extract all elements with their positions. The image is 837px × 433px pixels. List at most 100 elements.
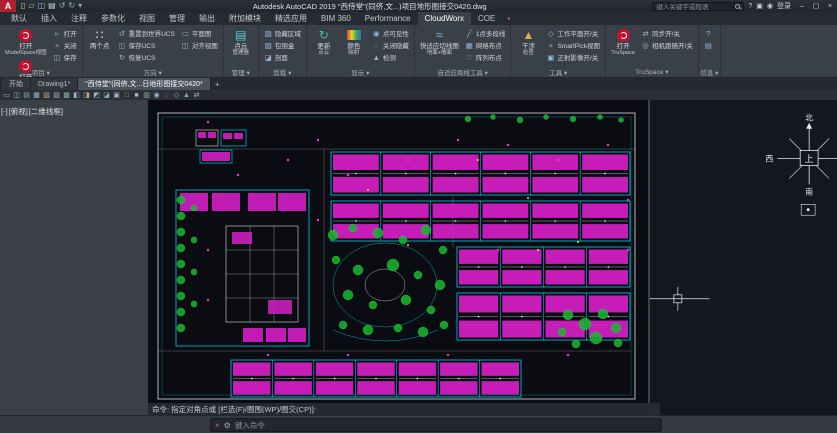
ribbon-tab-输出[interactable]: 输出 <box>192 12 222 25</box>
undo-icon[interactable]: ↺ <box>59 2 66 10</box>
ribbon-button-网格布点[interactable]: ▦网格布点 <box>463 39 508 51</box>
ribbon-tab-管理[interactable]: 管理 <box>162 12 192 25</box>
panel-title[interactable]: 项目 ▾ <box>0 67 82 77</box>
ribbon-button-快适应切线图地面+墙面[interactable]: ≈快适应切线图地面+墙面 <box>418 27 461 58</box>
toolbar-icon-14[interactable]: ▥ <box>142 91 151 100</box>
user-icon[interactable]: ◉ <box>767 2 773 10</box>
toolbar-icon-4[interactable]: ▧ <box>42 91 51 100</box>
ribbon-tab-Performance[interactable]: Performance <box>358 12 418 25</box>
ribbon-button-点云管理器[interactable]: ▤点云管理器 <box>227 27 255 58</box>
ribbon-button-保存UCS[interactable]: ◫保存UCS <box>116 39 177 51</box>
autocad-logo-icon[interactable]: A <box>0 0 16 12</box>
file-tab[interactable]: Drawing1* <box>31 78 78 90</box>
panel-title[interactable]: 信息 ▾ <box>699 67 720 77</box>
plot-icon[interactable]: ▤ <box>48 2 56 10</box>
ribbon-button-打开ModelSpace视图[interactable]: 打开ModelSpace视图 <box>3 27 49 58</box>
ribbon-tab-COE[interactable]: COE <box>471 12 502 25</box>
command-customize-icon[interactable]: ⚙ <box>224 421 231 430</box>
toolbar-icon-7[interactable]: ◧ <box>72 91 81 100</box>
minimize-button[interactable]: – <box>795 0 809 12</box>
panel-title[interactable]: 工具 ▾ <box>511 67 605 77</box>
toolbar-icon-15[interactable]: ◉ <box>152 91 161 100</box>
ribbon-button-1点多段线[interactable]: ╱1点多段线 <box>463 27 508 39</box>
ribbon-button-info-tool[interactable]: ▤ <box>702 39 717 51</box>
ribbon-tab-注释[interactable]: 注释 <box>64 12 94 25</box>
ribbon-tab-插入[interactable]: 插入 <box>34 12 64 25</box>
ribbon-button-颜色映射[interactable]: 颜色映射 <box>340 27 368 58</box>
ribbon-tab-精选应用[interactable]: 精选应用 <box>268 12 314 25</box>
viewport-visual-style-control[interactable]: [二维线框] <box>29 107 63 116</box>
toolbar-icon-11[interactable]: ▣ <box>112 91 121 100</box>
panel-title[interactable]: 剪裁 ▾ <box>259 67 306 77</box>
ribbon-button-保存[interactable]: ◫保存 <box>51 51 79 63</box>
ribbon-button-两个点[interactable]: ∷两个点 <box>86 27 114 51</box>
maximize-button[interactable]: ▢ <box>809 0 823 12</box>
workspace-icon[interactable]: ▪ <box>502 12 515 25</box>
toolbar-icon-2[interactable]: ▤ <box>22 91 31 100</box>
help-icon[interactable]: ? <box>748 3 752 10</box>
ribbon-button-剖面[interactable]: ◪剖面 <box>262 51 303 63</box>
ribbon-button-关闭[interactable]: ×关闭 <box>51 39 79 51</box>
panel-title[interactable]: TruSpace ▾ <box>606 67 698 77</box>
toolbar-icon-13[interactable]: ■ <box>132 91 141 100</box>
ribbon-button-关闭隐藏[interactable]: ◌关闭隐藏 <box>370 39 411 51</box>
open-file-icon[interactable]: ▱ <box>28 2 34 10</box>
ribbon-button-检测[interactable]: ▲检测 <box>370 51 411 63</box>
ribbon-button-正射影像开/关[interactable]: ▣正射影像开/关 <box>544 51 602 63</box>
new-file-icon[interactable]: ▯ <box>21 2 25 10</box>
ribbon-button-同步开/关[interactable]: ⇄同步开/关 <box>639 27 695 39</box>
help-search-box[interactable]: 键入关键字或短语 <box>652 2 744 11</box>
command-input[interactable]: × ⚙ 键入命令 <box>210 418 662 432</box>
toolbar-icon-6[interactable]: ▩ <box>62 91 71 100</box>
ribbon-button-隐藏区域[interactable]: ▨隐藏区域 <box>262 27 303 39</box>
command-close-icon[interactable]: × <box>215 421 220 430</box>
ribbon-button-打开[interactable]: ▹打开 <box>51 27 79 39</box>
close-button[interactable]: × <box>823 0 837 12</box>
ribbon-button-对齐视图[interactable]: ◫对齐视图 <box>179 39 220 51</box>
ribbon-button-重置到世界UCS[interactable]: ↺重置到世界UCS <box>116 27 177 39</box>
signin-label[interactable]: 登录 <box>777 1 791 11</box>
ribbon-tab-附加模块[interactable]: 附加模块 <box>222 12 268 25</box>
model-viewport[interactable] <box>148 100 648 415</box>
redo-icon[interactable]: ↻ <box>68 2 75 10</box>
ribbon-button-更新点云[interactable]: ↻更新点云 <box>310 27 338 58</box>
toolbar-icon-16[interactable]: ◌ <box>162 91 171 100</box>
toolbar-icon-10[interactable]: ◪ <box>102 91 111 100</box>
ribbon-button-平面图[interactable]: ▭平面图 <box>179 27 220 39</box>
file-tab[interactable]: 开始 <box>2 78 31 90</box>
toolbar-icon-12[interactable]: □ <box>122 91 131 100</box>
ribbon-button-打开TruSpace[interactable]: 打开TruSpace <box>609 27 637 58</box>
ribbon-button-info-tool[interactable]: ? <box>702 27 717 39</box>
save-icon[interactable]: ◫ <box>38 2 46 10</box>
toolbar-icon-18[interactable]: ▲ <box>182 91 191 100</box>
ribbon-button-点可见性[interactable]: ◉点可见性 <box>370 27 411 39</box>
toolbar-icon-17[interactable]: ◇ <box>172 91 181 100</box>
panel-title[interactable]: 管理 ▾ <box>224 67 258 77</box>
panel-title[interactable]: 显示 ▾ <box>307 67 414 77</box>
ribbon-tab-参数化[interactable]: 参数化 <box>94 12 132 25</box>
ribbon-button-干涉检查[interactable]: ▲干涉检查 <box>514 27 542 58</box>
ribbon-tab-默认[interactable]: 默认 <box>4 12 34 25</box>
cart-icon[interactable]: ▣ <box>756 2 763 10</box>
file-tab[interactable]: "西侍堂"(同侪,文...日地形图接交0420* <box>78 78 210 90</box>
qat-dropdown-icon[interactable]: ▾ <box>78 2 82 10</box>
toolbar-icon-0[interactable]: ▭ <box>2 91 11 100</box>
search-icon[interactable] <box>735 4 740 9</box>
ribbon-tab-BIM 360[interactable]: BIM 360 <box>314 12 358 25</box>
side-viewport[interactable]: 北南西东上 <box>649 100 837 415</box>
ribbon-button-SmartPick视图[interactable]: +SmartPick视图 <box>544 39 602 51</box>
toolbar-icon-19[interactable]: ⇄ <box>192 91 201 100</box>
panel-title[interactable]: 自适应周线工具 ▾ <box>415 67 511 77</box>
toolbar-icon-5[interactable]: ▨ <box>52 91 61 100</box>
panel-title[interactable]: 方向 ▾ <box>83 67 223 77</box>
ribbon-button-阵列布点[interactable]: ∷阵列布点 <box>463 51 508 63</box>
ribbon-tab-视图[interactable]: 视图 <box>132 12 162 25</box>
ribbon-tab-CloudWorx[interactable]: CloudWorx <box>418 12 471 25</box>
new-drawing-tab-button[interactable]: + <box>211 78 224 90</box>
ribbon-button-相机跟随开/关[interactable]: ◎相机跟随开/关 <box>639 39 695 51</box>
ribbon-button-工作平面开/关[interactable]: ◇工作平面开/关 <box>544 27 602 39</box>
viewport-menu-control[interactable]: [-] <box>1 107 8 116</box>
ribbon-button-恢复UCS[interactable]: ↻恢复UCS <box>116 51 177 63</box>
toolbar-icon-8[interactable]: ◨ <box>82 91 91 100</box>
toolbar-icon-9[interactable]: ◩ <box>92 91 101 100</box>
